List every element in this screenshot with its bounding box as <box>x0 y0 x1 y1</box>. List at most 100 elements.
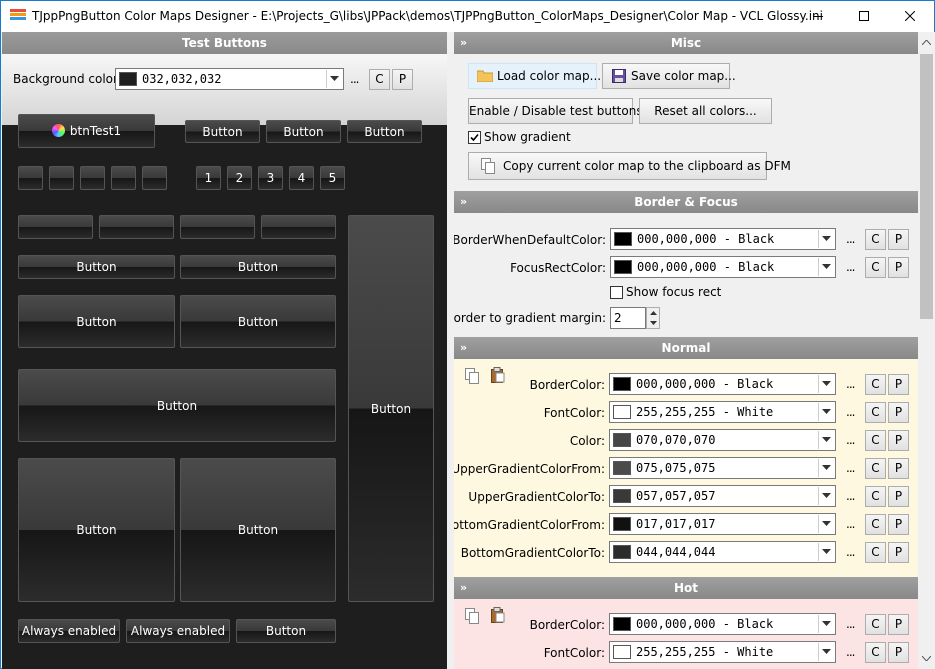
paste-color-button[interactable]: P <box>888 486 909 507</box>
copy-color-button[interactable]: C <box>865 402 886 423</box>
vertical-scrollbar[interactable] <box>918 32 935 669</box>
more-button[interactable]: ... <box>846 461 856 475</box>
copy-color-button[interactable]: C <box>865 374 886 395</box>
color-combo[interactable]: 000,000,000 - Black <box>609 373 836 395</box>
paste-color-button[interactable]: P <box>888 257 909 278</box>
copy-color-button[interactable]: C <box>369 69 390 90</box>
paste-color-button[interactable]: P <box>888 402 909 423</box>
color-combo[interactable]: 000,000,000 - Black <box>609 613 836 635</box>
dropdown-arrow[interactable] <box>818 375 834 393</box>
more-button[interactable]: ... <box>846 617 856 631</box>
dropdown-arrow[interactable] <box>326 70 342 88</box>
tall-button[interactable]: Button <box>348 215 434 602</box>
test-button[interactable]: Button <box>347 120 422 143</box>
more-button[interactable]: ... <box>846 645 856 659</box>
dropdown-arrow[interactable] <box>818 543 834 561</box>
test-button[interactable]: Button <box>236 619 336 643</box>
color-combo[interactable]: 070,070,070 <box>609 429 836 451</box>
more-button[interactable]: ... <box>846 489 856 503</box>
paste-color-button[interactable]: P <box>888 374 909 395</box>
flat-button[interactable] <box>180 215 255 239</box>
dropdown-arrow[interactable] <box>818 258 834 276</box>
btn-test1[interactable]: btnTest1 <box>18 114 155 148</box>
number-button-3[interactable]: 3 <box>258 166 283 190</box>
test-button[interactable]: Button <box>18 295 175 348</box>
show-focus-rect-checkbox[interactable] <box>610 286 623 299</box>
wide-button[interactable]: Button <box>18 369 336 442</box>
copy-all-icon[interactable] <box>465 368 479 384</box>
copy-color-button[interactable]: C <box>865 229 886 250</box>
dropdown-arrow[interactable] <box>818 459 834 477</box>
show-focus-rect-label[interactable]: Show focus rect <box>626 285 721 299</box>
show-gradient-checkbox[interactable] <box>468 131 481 144</box>
small-button[interactable] <box>142 166 167 190</box>
focus-rect-color-combo[interactable]: 000,000,000 - Black <box>610 256 836 278</box>
scroll-down-icon[interactable] <box>922 656 931 661</box>
border-when-default-color-combo[interactable]: 000,000,000 - Black <box>610 228 836 250</box>
test-button[interactable]: Button <box>266 120 341 143</box>
more-button[interactable]: ... <box>350 72 360 86</box>
flat-button[interactable] <box>99 215 174 239</box>
large-button[interactable]: Button <box>18 458 175 602</box>
border-focus-header[interactable]: » Border & Focus <box>454 191 918 213</box>
panel-splitter[interactable] <box>447 32 454 669</box>
copy-color-button[interactable]: C <box>865 430 886 451</box>
copy-color-button[interactable]: C <box>865 542 886 563</box>
dropdown-arrow[interactable] <box>818 515 834 533</box>
color-combo[interactable]: 075,075,075 <box>609 457 836 479</box>
paste-color-button[interactable]: P <box>888 542 909 563</box>
copy-color-button[interactable]: C <box>865 614 886 635</box>
color-combo[interactable]: 057,057,057 <box>609 485 836 507</box>
more-button[interactable]: ... <box>846 545 856 559</box>
more-button[interactable]: ... <box>846 433 856 447</box>
close-button[interactable] <box>887 1 933 31</box>
margin-spinner-buttons[interactable] <box>646 307 660 329</box>
more-button[interactable]: ... <box>846 377 856 391</box>
scroll-up-icon[interactable] <box>922 40 931 45</box>
more-button[interactable]: ... <box>846 232 856 246</box>
copy-dfm-button[interactable]: Copy current color map to the clipboard … <box>468 152 791 180</box>
paste-color-button[interactable]: P <box>392 69 413 90</box>
reset-all-colors-button[interactable]: Reset all colors... <box>639 98 772 124</box>
test-button[interactable]: Button <box>180 295 336 348</box>
scrollbar-thumb[interactable] <box>920 54 933 319</box>
paste-all-icon[interactable] <box>491 607 505 623</box>
always-enabled-button[interactable]: Always enabled <box>126 619 230 643</box>
dropdown-arrow[interactable] <box>818 403 834 421</box>
paste-color-button[interactable]: P <box>888 229 909 250</box>
hot-header[interactable]: » Hot <box>454 577 918 599</box>
color-combo[interactable]: 255,255,255 - White <box>609 401 836 423</box>
enable-disable-test-buttons[interactable]: Enable / Disable test buttons <box>468 98 643 124</box>
paste-color-button[interactable]: P <box>888 642 909 663</box>
paste-color-button[interactable]: P <box>888 514 909 535</box>
flat-button[interactable] <box>18 215 93 239</box>
dropdown-arrow[interactable] <box>818 643 834 661</box>
copy-color-button[interactable]: C <box>865 257 886 278</box>
dropdown-arrow[interactable] <box>818 431 834 449</box>
color-combo[interactable]: 017,017,017 <box>609 513 836 535</box>
paste-color-button[interactable]: P <box>888 614 909 635</box>
paste-color-button[interactable]: P <box>888 430 909 451</box>
misc-header[interactable]: » Misc <box>454 32 918 54</box>
copy-color-button[interactable]: C <box>865 642 886 663</box>
load-color-map-button[interactable]: Load color map... <box>468 63 601 89</box>
copy-color-button[interactable]: C <box>865 458 886 479</box>
number-button-1[interactable]: 1 <box>196 166 221 190</box>
small-button[interactable] <box>111 166 136 190</box>
show-gradient-label[interactable]: Show gradient <box>484 130 571 144</box>
normal-header[interactable]: » Normal <box>454 337 918 359</box>
maximize-button[interactable] <box>841 1 887 31</box>
color-combo[interactable]: 255,255,255 - White <box>609 641 836 663</box>
flat-button[interactable] <box>261 215 336 239</box>
small-button[interactable] <box>49 166 74 190</box>
number-button-2[interactable]: 2 <box>227 166 252 190</box>
large-button[interactable]: Button <box>180 458 336 602</box>
copy-color-button[interactable]: C <box>865 486 886 507</box>
dropdown-arrow[interactable] <box>818 615 834 633</box>
margin-spinner-input[interactable]: 2 <box>610 307 646 329</box>
test-button[interactable]: Button <box>180 255 336 279</box>
test-button[interactable]: Button <box>18 255 175 279</box>
copy-color-button[interactable]: C <box>865 514 886 535</box>
paste-all-icon[interactable] <box>491 367 505 383</box>
copy-all-icon[interactable] <box>465 608 479 624</box>
